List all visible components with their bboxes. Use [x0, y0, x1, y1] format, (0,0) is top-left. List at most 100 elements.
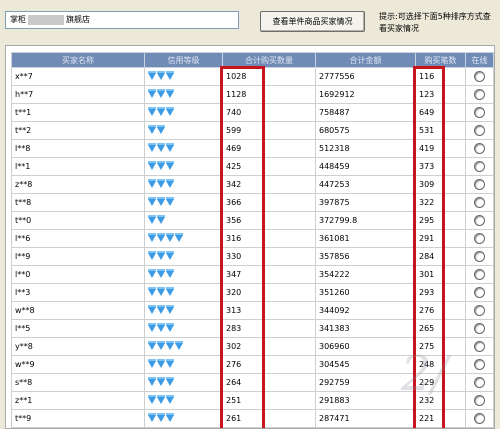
column-header-buyer[interactable]: 买家名称 [11, 52, 145, 68]
credit-level-cell [144, 157, 223, 176]
diamond-icon [157, 71, 165, 80]
credit-level-cell [144, 121, 223, 140]
online-cell [465, 157, 494, 176]
quantity-column-highlight [220, 66, 265, 428]
online-cell [465, 337, 494, 356]
diamond-icon [148, 71, 156, 80]
credit-level-cell [144, 373, 223, 392]
credit-level-cell [144, 103, 223, 122]
amount-cell: 287471 [315, 409, 416, 428]
column-header-online[interactable]: 在线 [465, 52, 494, 68]
online-radio-button[interactable] [474, 143, 485, 154]
column-header-credit[interactable]: 信用等级 [144, 52, 223, 68]
credit-level-cell [144, 409, 223, 428]
diamond-icon [166, 323, 174, 332]
diamond-icon [148, 341, 156, 350]
online-radio-button[interactable] [474, 179, 485, 190]
diamond-icon [148, 179, 156, 188]
online-radio-button[interactable] [474, 161, 485, 172]
amount-cell: 357856 [315, 247, 416, 266]
diamond-icon [148, 89, 156, 98]
amount-cell: 2777556 [315, 67, 416, 86]
buyer-name-cell: l**0 [11, 265, 145, 284]
amount-cell: 397875 [315, 193, 416, 212]
diamond-icon [166, 179, 174, 188]
online-radio-button[interactable] [474, 125, 485, 136]
diamond-icon [166, 359, 174, 368]
diamond-icon [166, 143, 174, 152]
buyer-name-cell: z**8 [11, 175, 145, 194]
column-header-amount[interactable]: 合计金额 [315, 52, 416, 68]
credit-level-cell [144, 355, 223, 374]
online-radio-button[interactable] [474, 89, 485, 100]
buyer-name-cell: l**1 [11, 157, 145, 176]
diamond-icon [148, 143, 156, 152]
credit-level-cell [144, 301, 223, 320]
diamond-icon [166, 71, 174, 80]
diamond-icon [148, 161, 156, 170]
buyer-name-cell: x**7 [11, 67, 145, 86]
credit-level-cell [144, 67, 223, 86]
credit-level-cell [144, 283, 223, 302]
online-radio-button[interactable] [474, 323, 485, 334]
buyer-name-cell: l**8 [11, 139, 145, 158]
diamond-icon [157, 377, 165, 386]
diamond-icon [157, 251, 165, 260]
buyer-name-cell: z**1 [11, 391, 145, 410]
buyer-name-cell: h**7 [11, 85, 145, 104]
online-radio-button[interactable] [474, 305, 485, 316]
credit-level-cell [144, 265, 223, 284]
online-radio-button[interactable] [474, 233, 485, 244]
credit-level-cell [144, 391, 223, 410]
store-name-field[interactable]: 掌柜 旗舰店 [5, 11, 239, 29]
credit-level-cell [144, 193, 223, 212]
buyer-name-cell: l**5 [11, 319, 145, 338]
online-radio-button[interactable] [474, 71, 485, 82]
amount-cell: 361081 [315, 229, 416, 248]
online-radio-button[interactable] [474, 107, 485, 118]
online-radio-button[interactable] [474, 395, 485, 406]
diamond-icon [166, 197, 174, 206]
online-cell [465, 211, 494, 230]
buyer-name-cell: t**2 [11, 121, 145, 140]
buyer-name-cell: t**8 [11, 193, 145, 212]
diamond-icon [166, 107, 174, 116]
online-cell [465, 175, 494, 194]
online-radio-button[interactable] [474, 251, 485, 262]
diamond-icon [157, 197, 165, 206]
online-cell [465, 229, 494, 248]
buyer-list-panel: 买家名称 信用等级 合计购买数量 合计金额 购买笔数 在线 x**7 1028 27… [5, 45, 495, 429]
buyer-name-cell: l**6 [11, 229, 145, 248]
online-radio-button[interactable] [474, 413, 485, 424]
diamond-icon [148, 305, 156, 314]
redacted-store-name [28, 14, 64, 25]
diamond-icon [166, 251, 174, 260]
diamond-icon [157, 179, 165, 188]
online-cell [465, 373, 494, 392]
diamond-icon [157, 359, 165, 368]
online-radio-button[interactable] [474, 377, 485, 388]
sort-hint-text: 提示:可选择下面5种排序方式查看买家情况 [379, 12, 491, 33]
diamond-icon [157, 413, 165, 422]
credit-level-cell [144, 229, 223, 248]
online-radio-button[interactable] [474, 287, 485, 298]
online-cell [465, 283, 494, 302]
online-radio-button[interactable] [474, 215, 485, 226]
online-cell [465, 247, 494, 266]
credit-level-cell [144, 139, 223, 158]
diamond-icon [166, 269, 174, 278]
online-cell [465, 139, 494, 158]
amount-cell: 447253 [315, 175, 416, 194]
online-cell [465, 319, 494, 338]
online-cell [465, 265, 494, 284]
diamond-icon [175, 233, 183, 242]
diamond-icon [166, 89, 174, 98]
online-radio-button[interactable] [474, 341, 485, 352]
diamond-icon [148, 413, 156, 422]
online-radio-button[interactable] [474, 359, 485, 370]
diamond-icon [148, 287, 156, 296]
view-single-item-buyers-button[interactable]: 查看单件商品买家情况 [260, 11, 365, 32]
online-radio-button[interactable] [474, 197, 485, 208]
credit-level-cell [144, 211, 223, 230]
online-radio-button[interactable] [474, 269, 485, 280]
